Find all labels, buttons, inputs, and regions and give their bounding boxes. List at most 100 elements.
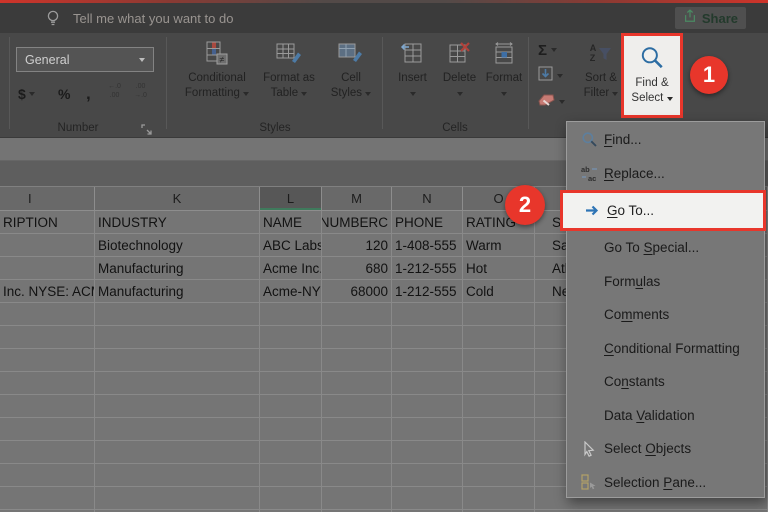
column-header-N[interactable]: N bbox=[392, 187, 463, 211]
autosum-button[interactable]: Σ bbox=[538, 40, 557, 60]
cell[interactable] bbox=[322, 349, 392, 372]
cell[interactable] bbox=[0, 257, 95, 280]
cell[interactable] bbox=[95, 326, 260, 349]
cell[interactable] bbox=[260, 487, 322, 510]
cell[interactable] bbox=[260, 395, 322, 418]
cell[interactable] bbox=[392, 326, 463, 349]
cell[interactable]: Manufacturing bbox=[95, 280, 260, 303]
cell[interactable]: PHONE bbox=[392, 211, 463, 234]
cell[interactable]: NUMBERC bbox=[322, 211, 392, 234]
menu-item-formulas[interactable]: Formulas bbox=[567, 265, 764, 299]
cell[interactable]: 680 bbox=[322, 257, 392, 280]
cell[interactable] bbox=[95, 487, 260, 510]
cell[interactable]: 120 bbox=[322, 234, 392, 257]
cell[interactable] bbox=[463, 303, 535, 326]
cell[interactable] bbox=[322, 372, 392, 395]
menu-item-comments[interactable]: Comments bbox=[567, 298, 764, 332]
format-as-table-button[interactable]: Format as Table bbox=[256, 37, 322, 125]
cell[interactable] bbox=[260, 372, 322, 395]
conditional-formatting-button[interactable]: ≠ Conditional Formatting bbox=[180, 37, 254, 125]
cell[interactable] bbox=[392, 487, 463, 510]
cell[interactable] bbox=[322, 464, 392, 487]
cell[interactable] bbox=[392, 418, 463, 441]
cell[interactable] bbox=[322, 441, 392, 464]
cell[interactable] bbox=[0, 418, 95, 441]
cell[interactable] bbox=[392, 464, 463, 487]
menu-item-find[interactable]: Find... bbox=[567, 123, 764, 157]
menu-item-go-to[interactable]: Go To... bbox=[560, 190, 766, 231]
column-header-L[interactable]: L bbox=[260, 187, 322, 211]
column-header-M[interactable]: M bbox=[322, 187, 392, 211]
insert-cells-button[interactable]: Insert bbox=[390, 37, 435, 125]
cell[interactable] bbox=[463, 418, 535, 441]
delete-cells-button[interactable]: Delete bbox=[437, 37, 482, 125]
cell[interactable] bbox=[260, 464, 322, 487]
find-select-button[interactable]: Find & Select bbox=[621, 33, 683, 118]
cell[interactable] bbox=[95, 303, 260, 326]
cell[interactable]: Acme-NY bbox=[260, 280, 322, 303]
cell[interactable] bbox=[95, 441, 260, 464]
cell[interactable] bbox=[463, 464, 535, 487]
menu-item-constants[interactable]: Constants bbox=[567, 365, 764, 399]
cell[interactable]: NAME bbox=[260, 211, 322, 234]
cell[interactable]: 1-408-555 bbox=[392, 234, 463, 257]
column-header-I[interactable]: I bbox=[0, 187, 95, 211]
cell[interactable] bbox=[0, 303, 95, 326]
cell[interactable] bbox=[260, 418, 322, 441]
fill-button[interactable] bbox=[538, 66, 563, 86]
cell[interactable] bbox=[392, 372, 463, 395]
cell[interactable]: Cold bbox=[463, 280, 535, 303]
cell[interactable] bbox=[322, 487, 392, 510]
cell[interactable] bbox=[392, 349, 463, 372]
cell-styles-button[interactable]: Cell Styles bbox=[324, 37, 378, 125]
decrease-decimal-button[interactable]: .00 →.0 bbox=[128, 80, 153, 108]
menu-item-select-objects[interactable]: Select Objects bbox=[567, 432, 764, 466]
accounting-format-button[interactable]: $ bbox=[18, 82, 35, 106]
tell-me-input[interactable]: Tell me what you want to do bbox=[73, 11, 233, 26]
cell[interactable] bbox=[0, 326, 95, 349]
menu-item-data-validation[interactable]: Data Validation bbox=[567, 399, 764, 433]
cell[interactable]: 1-212-555 bbox=[392, 257, 463, 280]
cell[interactable] bbox=[322, 395, 392, 418]
cell[interactable] bbox=[392, 303, 463, 326]
clear-button[interactable] bbox=[538, 92, 565, 112]
cell[interactable] bbox=[0, 234, 95, 257]
cell[interactable] bbox=[0, 349, 95, 372]
column-header-K[interactable]: K bbox=[95, 187, 260, 211]
cell[interactable] bbox=[392, 395, 463, 418]
cell[interactable]: Acme Inc. bbox=[260, 257, 322, 280]
cell[interactable] bbox=[95, 372, 260, 395]
sort-filter-button[interactable]: AZ Sort & Filter bbox=[578, 37, 624, 125]
cell[interactable] bbox=[260, 349, 322, 372]
cell[interactable]: INDUSTRY bbox=[95, 211, 260, 234]
format-cells-button[interactable]: Format bbox=[481, 37, 527, 125]
cell[interactable] bbox=[463, 395, 535, 418]
cell[interactable] bbox=[322, 418, 392, 441]
cell[interactable]: Biotechnology bbox=[95, 234, 260, 257]
cell[interactable]: Warm bbox=[463, 234, 535, 257]
cell[interactable] bbox=[0, 395, 95, 418]
cell[interactable] bbox=[260, 441, 322, 464]
cell[interactable]: RIPTION bbox=[0, 211, 95, 234]
cell[interactable] bbox=[95, 464, 260, 487]
cell[interactable] bbox=[0, 487, 95, 510]
cell[interactable] bbox=[322, 303, 392, 326]
cell[interactable]: 1-212-555 bbox=[392, 280, 463, 303]
increase-decimal-button[interactable]: ←.0 .00 bbox=[102, 80, 127, 108]
menu-item-go-to-special[interactable]: Go To Special... bbox=[567, 231, 764, 265]
cell[interactable] bbox=[463, 441, 535, 464]
cell[interactable] bbox=[0, 464, 95, 487]
share-button[interactable]: Share bbox=[675, 7, 746, 29]
menu-item-selection-pane[interactable]: Selection Pane... bbox=[567, 466, 764, 500]
comma-style-button[interactable]: , bbox=[86, 82, 91, 106]
menu-item-conditional-formatting[interactable]: Conditional Formatting bbox=[567, 332, 764, 366]
cell[interactable] bbox=[463, 487, 535, 510]
cell[interactable] bbox=[322, 326, 392, 349]
cell[interactable] bbox=[260, 326, 322, 349]
number-format-dropdown[interactable]: General bbox=[16, 47, 154, 72]
cell[interactable] bbox=[95, 349, 260, 372]
cell[interactable] bbox=[463, 349, 535, 372]
cell[interactable] bbox=[463, 326, 535, 349]
cell[interactable] bbox=[392, 441, 463, 464]
cell[interactable] bbox=[95, 395, 260, 418]
